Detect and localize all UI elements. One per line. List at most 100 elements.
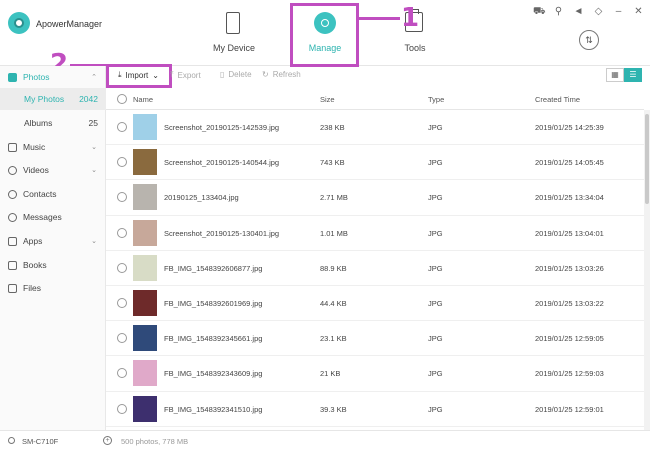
table-row[interactable]: FB_IMG_1548392345661.jpg 23.1 KB JPG 201… [106,321,644,357]
delete-label: Delete [228,70,252,79]
photo-thumbnail [133,289,157,316]
export-button[interactable]: ⤒ Export [170,70,201,80]
cart-icon[interactable]: ⛟ [533,6,546,17]
photo-thumbnail [133,325,157,352]
table-row[interactable]: Screenshot_20190125-130401.jpg 1.01 MB J… [106,216,644,251]
table-row[interactable]: FB_IMG_1548392343609.jpg 21 KB JPG 2019/… [106,356,644,392]
header-size[interactable]: Size [320,95,335,104]
row-checkbox[interactable] [117,403,127,414]
cell-type: JPG [428,193,443,203]
table-row[interactable]: FB_IMG_1548392601969.jpg 44.4 KB JPG 201… [106,286,644,322]
trash-icon: ▯ [220,70,225,79]
refresh-button[interactable]: ↻ Refresh [262,70,301,79]
photo-thumbnail [133,184,157,211]
megaphone-icon[interactable]: ◄ [573,6,584,17]
row-checkbox[interactable] [117,227,127,238]
user-icon[interactable]: ⚲ [553,6,564,17]
row-checkbox[interactable] [117,297,127,308]
cell-size: 238 KB [320,123,345,132]
row-checkbox[interactable] [117,192,127,203]
cell-date: 2019/01/25 13:03:26 [535,263,604,273]
sidebar-item-apps[interactable]: Apps ⌄ [0,230,106,252]
cell-name: FB_IMG_1548392601969.jpg [164,298,263,308]
photo-thumbnail [133,219,157,246]
cell-date: 2019/01/25 12:59:01 [535,404,604,414]
cell-date: 2019/01/25 12:59:03 [535,369,604,379]
sidebar-item-music[interactable]: Music ⌄ [0,136,106,158]
sidebar-item-contacts[interactable]: Contacts [0,183,106,205]
sidebar-item-label: Files [23,283,41,293]
vertical-scrollbar[interactable] [644,110,650,430]
grid-view-icon[interactable]: ▦ [606,68,624,82]
sidebar-item-albums[interactable]: Albums 25 [0,112,106,134]
music-note-icon [8,142,17,152]
export-label: Export [177,70,201,80]
cell-size: 1.01 MB [320,228,348,238]
select-all-checkbox[interactable] [117,94,127,104]
sidebar-item-messages[interactable]: Messages [0,206,106,228]
phone-icon [226,12,240,34]
table-row[interactable]: Screenshot_20190125-142539.jpg 238 KB JP… [106,110,644,146]
row-checkbox[interactable] [117,333,127,344]
add-icon[interactable]: + [103,436,112,445]
cell-type: JPG [428,334,443,344]
header-type[interactable]: Type [428,95,444,104]
table-row[interactable]: FB_IMG_1548392606877.jpg 88.9 KB JPG 201… [106,251,644,286]
sidebar-item-videos[interactable]: Videos ⌄ [0,159,106,181]
sidebar-item-files[interactable]: Files [0,277,106,299]
cell-date: 2019/01/25 13:03:22 [535,298,604,308]
cell-size: 88.9 KB [320,263,347,273]
window-controls: ⛟ ⚲ ◄ ◇ – ✕ [533,6,644,18]
sidebar-item-books[interactable]: Books [0,254,106,276]
table-row[interactable]: FB_IMG_1548392341510.jpg 39.3 KB JPG 201… [106,392,644,427]
shield-icon[interactable]: ◇ [593,6,604,17]
annotation-step-1: 1 [401,3,420,33]
sidebar-item-label: Videos [23,165,49,175]
import-icon: ⤓ [118,70,122,79]
row-checkbox[interactable] [117,157,127,168]
file-icon [8,283,17,293]
toolbar: ⤓ Import ⌄ ⤒ Export ▯ Delete ↻ Refresh ▦… [106,66,650,88]
nav-tools-label: Tools [404,43,426,53]
row-checkbox[interactable] [117,368,127,379]
minimize-icon[interactable]: – [613,6,624,17]
cell-size: 21 KB [320,369,341,379]
nav-my-device[interactable]: My Device [199,0,269,66]
apps-grid-icon [8,236,17,246]
cell-type: JPG [428,158,443,168]
cell-size: 39.3 KB [320,404,347,414]
table-row[interactable]: 20190125_133404.jpg 2.71 MB JPG 2019/01/… [106,180,644,216]
import-button[interactable]: ⤓ Import ⌄ [118,70,159,80]
row-checkbox[interactable] [117,262,127,273]
header-created-time[interactable]: Created Time [535,95,580,104]
delete-button[interactable]: ▯ Delete [220,70,252,79]
cell-date: 2019/01/25 14:05:45 [535,158,604,168]
cell-name: Screenshot_20190125-140544.jpg [164,158,280,168]
device-icon [8,437,15,444]
sync-icon[interactable]: ⇅ [579,30,599,50]
sidebar-item-my-photos[interactable]: My Photos 2042 [0,88,106,110]
refresh-icon: ↻ [262,70,269,79]
cell-name: FB_IMG_1548392341510.jpg [164,404,263,414]
table-row[interactable]: Screenshot_20190125-140544.jpg 743 KB JP… [106,145,644,181]
cell-size: 743 KB [320,158,345,168]
sidebar-item-photos[interactable]: Photos ⌃ [0,66,106,88]
photo-thumbnail [133,114,157,140]
sidebar-item-count: 2042 [79,94,98,104]
photo-thumbnail [133,360,157,387]
cell-date: 2019/01/25 13:04:01 [535,228,604,238]
person-icon [8,189,17,199]
image-icon [8,72,17,82]
cell-type: JPG [428,369,443,379]
device-name[interactable]: SM-C710F [22,437,58,446]
cell-type: JPG [428,298,443,308]
row-checkbox[interactable] [117,122,127,132]
chevron-down-icon: ⌄ [91,167,97,174]
table-header: Name Size Type Created Time [106,88,644,110]
cell-type: JPG [428,263,443,273]
sidebar-item-label: Books [23,260,47,270]
list-view-icon[interactable]: ☰ [624,68,642,82]
status-bar: SM-C710F + 500 photos, 778 MB [0,430,650,450]
header-name[interactable]: Name [133,95,153,104]
close-icon[interactable]: ✕ [633,6,644,17]
